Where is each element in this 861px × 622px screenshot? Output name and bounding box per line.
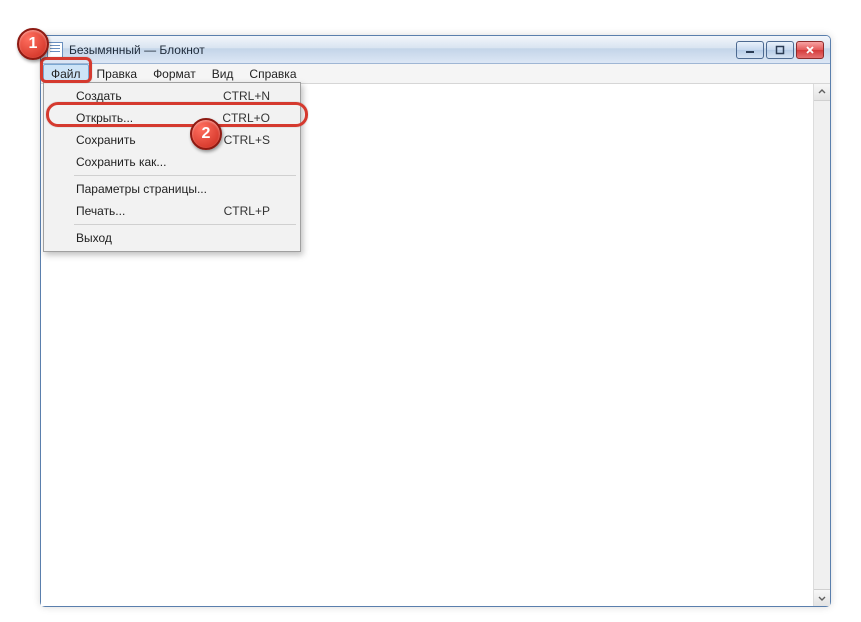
menu-item-shortcut: CTRL+P (224, 204, 270, 218)
maximize-button[interactable] (766, 41, 794, 59)
menu-format[interactable]: Формат (145, 64, 204, 83)
menu-edit[interactable]: Правка (89, 64, 146, 83)
close-icon (805, 45, 815, 55)
scroll-down-button[interactable] (814, 589, 830, 606)
vertical-scrollbar[interactable] (813, 84, 830, 606)
menu-item-shortcut: CTRL+N (223, 89, 270, 103)
menubar: Файл Правка Формат Вид Справка (41, 64, 830, 84)
minimize-icon (745, 45, 755, 55)
menu-separator (74, 175, 296, 176)
titlebar[interactable]: Безымянный — Блокнот (41, 36, 830, 64)
window-title: Безымянный — Блокнот (69, 43, 205, 57)
window-controls (736, 41, 824, 59)
menu-item-label: Печать... (76, 204, 224, 218)
menu-item-new[interactable]: Создать CTRL+N (46, 85, 298, 107)
menu-view[interactable]: Вид (204, 64, 242, 83)
chevron-down-icon (818, 594, 826, 602)
menu-item-shortcut: CTRL+S (224, 133, 270, 147)
app-icon (47, 42, 63, 58)
menu-item-label: Открыть... (76, 111, 222, 125)
menu-item-print[interactable]: Печать... CTRL+P (46, 200, 298, 222)
minimize-button[interactable] (736, 41, 764, 59)
menu-item-open[interactable]: Открыть... CTRL+O (46, 107, 298, 129)
menu-item-exit[interactable]: Выход (46, 227, 298, 249)
menu-item-label: Создать (76, 89, 223, 103)
menu-item-save[interactable]: Сохранить CTRL+S (46, 129, 298, 151)
menu-item-saveas[interactable]: Сохранить как... (46, 151, 298, 173)
menu-separator (74, 224, 296, 225)
menu-item-label: Сохранить как... (76, 155, 270, 169)
maximize-icon (775, 45, 785, 55)
chevron-up-icon (818, 88, 826, 96)
menu-file[interactable]: Файл (43, 64, 89, 83)
file-dropdown: Создать CTRL+N Открыть... CTRL+O Сохрани… (43, 82, 301, 252)
menu-item-label: Выход (76, 231, 270, 245)
menu-help[interactable]: Справка (241, 64, 304, 83)
close-button[interactable] (796, 41, 824, 59)
scroll-up-button[interactable] (814, 84, 830, 101)
menu-item-label: Сохранить (76, 133, 224, 147)
menu-item-pagesetup[interactable]: Параметры страницы... (46, 178, 298, 200)
menu-item-label: Параметры страницы... (76, 182, 270, 196)
menu-item-shortcut: CTRL+O (222, 111, 270, 125)
